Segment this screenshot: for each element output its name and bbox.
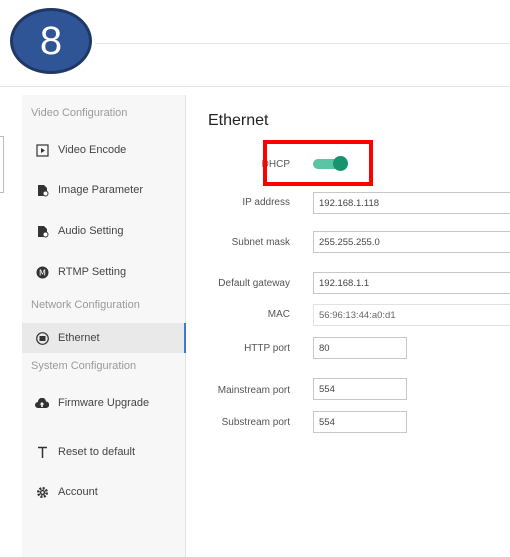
header-divider — [95, 43, 510, 44]
video-encode-icon — [35, 143, 49, 157]
sidebar-item-image-parameter[interactable]: Image Parameter — [22, 175, 185, 205]
step-number-badge: 8 — [10, 8, 92, 74]
audio-setting-icon — [35, 224, 49, 238]
sidebar-item-label: Image Parameter — [58, 184, 143, 196]
mac-address-field: 56:96:13:44:a0:d1 — [313, 304, 510, 326]
sidebar-item-label: RTMP Setting — [58, 266, 127, 278]
sidebar-item-label: Ethernet — [58, 332, 100, 344]
subnet-mask-label: Subnet mask — [231, 237, 290, 248]
section-label-system: System Configuration — [31, 360, 137, 372]
highlight-box — [263, 140, 373, 186]
sidebar-item-account[interactable]: Account — [22, 477, 185, 507]
header-bottom-divider — [0, 86, 510, 87]
subnet-mask-field[interactable]: 255.255.255.0 — [313, 231, 510, 253]
reset-icon — [35, 445, 49, 459]
sidebar-item-ethernet[interactable]: Ethernet — [22, 323, 186, 353]
sidebar-item-label: Audio Setting — [58, 225, 124, 237]
image-parameter-icon — [35, 183, 49, 197]
section-label-video: Video Configuration — [31, 107, 128, 119]
sidebar-item-label: Account — [58, 486, 98, 498]
default-gateway-label: Default gateway — [218, 278, 290, 289]
gear-icon — [35, 485, 49, 499]
cloud-upload-icon — [35, 396, 49, 410]
mainstream-port-label: Mainstream port — [217, 385, 290, 396]
substream-port-field[interactable]: 554 — [313, 411, 407, 433]
sidebar-item-reset[interactable]: Reset to default — [22, 437, 185, 467]
substream-port-label: Substream port — [221, 417, 290, 428]
edge-panel-fragment — [0, 136, 4, 193]
ethernet-icon — [35, 331, 49, 345]
ip-address-field[interactable]: 192.168.1.118 — [313, 192, 510, 214]
svg-text:M: M — [39, 268, 46, 277]
default-gateway-field[interactable]: 192.168.1.1 — [313, 272, 510, 294]
sidebar-item-label: Video Encode — [58, 144, 127, 156]
http-port-field[interactable]: 80 — [313, 337, 407, 359]
sidebar: Video Configuration Video Encode Image P… — [22, 95, 186, 557]
sidebar-item-audio-setting[interactable]: Audio Setting — [22, 216, 185, 246]
sidebar-item-label: Firmware Upgrade — [58, 397, 150, 409]
ip-address-label: IP address — [242, 197, 290, 208]
section-label-network: Network Configuration — [31, 299, 140, 311]
sidebar-item-firmware-upgrade[interactable]: Firmware Upgrade — [22, 388, 185, 418]
mac-label: MAC — [267, 309, 290, 320]
sidebar-item-rtmp-setting[interactable]: M RTMP Setting — [22, 257, 185, 287]
mainstream-port-field[interactable]: 554 — [313, 378, 407, 400]
sidebar-item-video-encode[interactable]: Video Encode — [22, 135, 185, 165]
http-port-label: HTTP port — [244, 343, 290, 354]
sidebar-item-label: Reset to default — [58, 446, 136, 458]
rtmp-icon: M — [35, 265, 49, 279]
page-title: Ethernet — [208, 112, 269, 129]
